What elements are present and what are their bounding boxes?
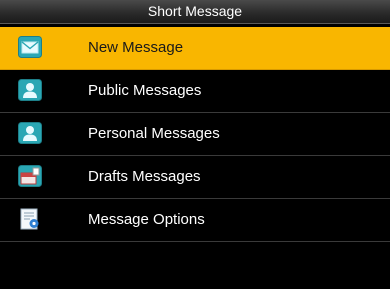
settings-document-icon xyxy=(18,208,42,230)
menu-item-drafts-messages[interactable]: Drafts Messages xyxy=(0,156,390,199)
menu-item-public-messages[interactable]: Public Messages xyxy=(0,70,390,113)
menu-item-label: Personal Messages xyxy=(88,125,220,142)
menu-item-label: Public Messages xyxy=(88,82,202,99)
menu-item-label: Message Options xyxy=(88,211,205,228)
envelope-icon xyxy=(18,36,42,58)
user-icon xyxy=(18,79,42,101)
menu-item-label: Drafts Messages xyxy=(88,168,201,185)
short-message-screen: Short Message New Message Public Message… xyxy=(0,0,390,289)
menu-item-personal-messages[interactable]: Personal Messages xyxy=(0,113,390,156)
drafts-box-icon xyxy=(18,165,42,187)
menu-item-new-message[interactable]: New Message xyxy=(0,27,390,70)
user-icon xyxy=(18,122,42,144)
menu-list: New Message Public Messages Personal Mes… xyxy=(0,27,390,242)
menu-item-message-options[interactable]: Message Options xyxy=(0,199,390,242)
page-title: Short Message xyxy=(0,0,390,24)
menu-item-label: New Message xyxy=(88,39,184,56)
